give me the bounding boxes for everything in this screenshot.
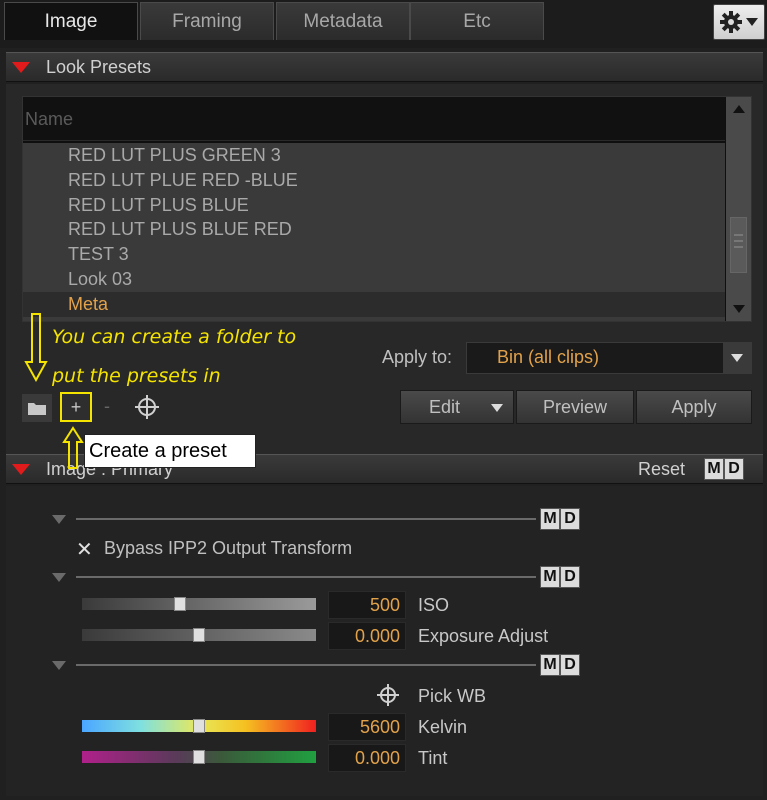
scroll-down-icon[interactable] (733, 305, 745, 313)
tab-etc[interactable]: Etc (410, 2, 544, 40)
crosshair-icon[interactable] (134, 394, 160, 420)
annotation-arrow-down-icon (24, 313, 48, 383)
section-title: Look Presets (46, 56, 152, 77)
presets-list[interactable]: Name RED LUT PLUS GREEN 3 RED LUT PLUE R… (22, 96, 752, 322)
list-header-name[interactable]: Name (23, 97, 725, 141)
pick-wb-label: Pick WB (418, 686, 487, 706)
divider (76, 576, 536, 578)
collapse-triangle-icon[interactable] (12, 463, 30, 475)
d-button[interactable]: D (560, 654, 580, 676)
md-buttons: M D (704, 458, 744, 480)
list-item[interactable]: RED LUT PLUE RED -BLUE (23, 168, 725, 193)
expand-triangle-icon[interactable] (52, 661, 66, 670)
iso-value[interactable]: 500 (328, 591, 406, 619)
scroll-thumb[interactable] (730, 217, 747, 273)
list-item[interactable]: RED LUT PLUS BLUE (23, 193, 725, 218)
new-folder-button[interactable] (22, 394, 52, 422)
list-item[interactable]: Look 03 (23, 267, 725, 292)
annotation-arrow-up-icon (62, 426, 84, 469)
iso-slider-thumb[interactable] (174, 597, 186, 611)
tooltip-create-preset: Create a preset (84, 434, 256, 468)
exposure-slider[interactable] (82, 628, 316, 642)
scroll-up-icon[interactable] (733, 105, 745, 113)
kelvin-slider[interactable] (82, 719, 316, 733)
m-button[interactable]: M (540, 566, 560, 588)
folder-icon (28, 403, 46, 415)
m-button[interactable]: M (704, 458, 724, 480)
md-buttons: M D (540, 566, 580, 588)
md-buttons: M D (540, 508, 580, 530)
iso-slider[interactable] (82, 597, 316, 611)
d-button[interactable]: D (560, 508, 580, 530)
chevron-down-icon (731, 354, 743, 362)
exposure-slider-thumb[interactable] (193, 628, 205, 642)
d-button[interactable]: D (724, 458, 744, 480)
reset-button[interactable]: Reset (638, 459, 685, 480)
bypass-label: Bypass IPP2 Output Transform (104, 538, 353, 558)
divider (76, 664, 536, 666)
kelvin-value[interactable]: 5600 (328, 713, 406, 741)
gear-icon (720, 11, 742, 33)
list-item-selected[interactable]: Meta (23, 291, 725, 317)
apply-to-dropdown-button[interactable] (723, 343, 751, 373)
annotation-text-line1: You can create a folder to (52, 326, 297, 348)
bypass-checkbox[interactable]: ✕ (76, 537, 93, 562)
list-item[interactable]: TEST 3 (23, 242, 725, 267)
annotation-text-line2: put the presets in (52, 365, 221, 387)
chevron-down-icon (491, 404, 503, 412)
iso-label: ISO (418, 595, 450, 615)
chevron-down-icon (746, 18, 758, 26)
edit-button[interactable]: Edit (400, 390, 514, 424)
tab-image[interactable]: Image (4, 2, 138, 40)
exposure-value[interactable]: 0.000 (328, 622, 406, 650)
tab-bar: Image Framing Metadata Etc (0, 0, 767, 48)
settings-menu-button[interactable] (713, 4, 765, 40)
d-button[interactable]: D (560, 566, 580, 588)
md-buttons: M D (540, 654, 580, 676)
pick-wb-crosshair-icon[interactable] (376, 683, 400, 707)
expand-triangle-icon[interactable] (52, 573, 66, 582)
kelvin-slider-thumb[interactable] (193, 719, 205, 733)
list-rows: RED LUT PLUS GREEN 3 RED LUT PLUE RED -B… (23, 143, 725, 321)
apply-to-select[interactable]: Bin (all clips) (466, 342, 752, 374)
apply-to-label: Apply to: (382, 347, 453, 367)
apply-button[interactable]: Apply (636, 390, 752, 424)
exposure-label: Exposure Adjust (418, 626, 549, 646)
tab-metadata[interactable]: Metadata (276, 2, 410, 40)
kelvin-label: Kelvin (418, 717, 468, 737)
remove-preset-button[interactable]: - (104, 396, 118, 417)
list-item[interactable]: RED LUT PLUS GREEN 3 (23, 143, 725, 168)
list-scrollbar[interactable] (726, 97, 751, 321)
tint-label: Tint (418, 748, 448, 768)
m-button[interactable]: M (540, 654, 560, 676)
edit-label: Edit (429, 396, 461, 417)
collapse-triangle-icon[interactable] (12, 61, 30, 73)
list-item[interactable]: RED LUT PLUS BLUE RED (23, 217, 725, 242)
divider (76, 518, 536, 520)
tint-value[interactable]: 0.000 (328, 744, 406, 772)
look-presets-header[interactable]: Look Presets (6, 52, 763, 82)
m-button[interactable]: M (540, 508, 560, 530)
add-preset-button[interactable]: + (60, 392, 92, 422)
tint-slider-thumb[interactable] (193, 750, 205, 764)
expand-triangle-icon[interactable] (52, 515, 66, 524)
tab-framing[interactable]: Framing (140, 2, 274, 40)
preview-button[interactable]: Preview (516, 390, 634, 424)
tint-slider[interactable] (82, 750, 316, 764)
apply-to-value: Bin (all clips) (497, 347, 600, 367)
